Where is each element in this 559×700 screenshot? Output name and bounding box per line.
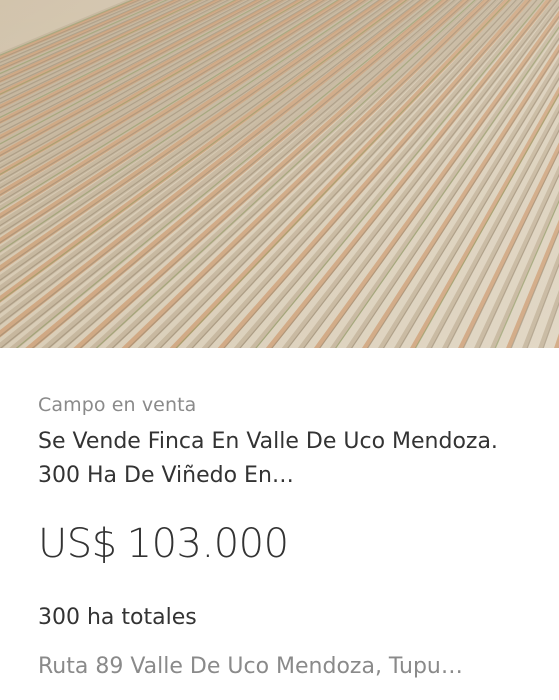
- listing-photo[interactable]: [0, 0, 559, 348]
- price-currency: US$: [38, 521, 117, 567]
- listing-card[interactable]: Campo en venta Se Vende Finca En Valle D…: [0, 0, 559, 700]
- listing-area: 300 ha totales: [38, 605, 197, 630]
- price-amount: 103.000: [126, 521, 289, 567]
- listing-category: Campo en venta: [38, 394, 197, 416]
- listing-title[interactable]: Se Vende Finca En Valle De Uco Mendoza. …: [38, 425, 508, 493]
- listing-location: Ruta 89 Valle De Uco Mendoza, Tupu…: [38, 654, 463, 679]
- vineyard-image: [0, 0, 559, 348]
- listing-price: US$ 103.000: [38, 521, 289, 567]
